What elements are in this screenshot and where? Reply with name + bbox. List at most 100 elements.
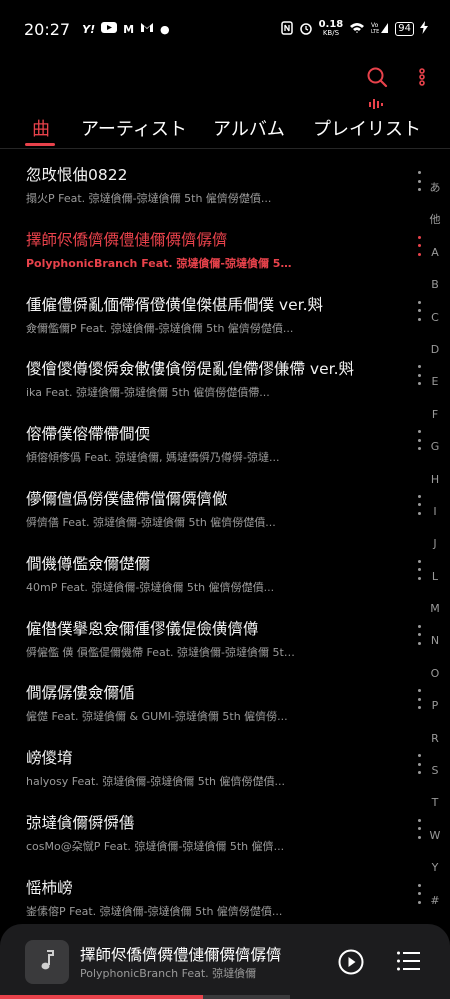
index-letter[interactable]: #	[430, 893, 439, 925]
tab-bar: 曲 アーティスト アルバム プレイリスト	[0, 110, 450, 146]
player-artist: PolyphonicBranch Feat. 弶墶僋儞	[80, 967, 257, 980]
index-letter[interactable]: F	[432, 407, 438, 439]
song-title: 僱僣僕擧恖僉儞偅僇儀偍儉僙儕僔	[26, 619, 259, 638]
index-letter[interactable]: H	[431, 472, 439, 504]
index-letter[interactable]: M	[430, 601, 440, 633]
play-button[interactable]	[338, 949, 364, 979]
song-more-icon[interactable]	[415, 754, 423, 775]
system-icons: 0.18 KB/S Vo LTE 94	[280, 20, 428, 38]
song-more-icon[interactable]	[415, 235, 423, 256]
index-letter[interactable]: S	[432, 763, 439, 795]
index-letter[interactable]: C	[431, 310, 439, 342]
song-more-icon[interactable]	[415, 689, 423, 710]
song-artist-album: cosMo@朶憱P Feat. 弶墶僋儞-弶墶僋儞 5th 僱儕...	[26, 839, 285, 853]
song-row[interactable]: 儚儞儃僞僗僕儘僀儅儞僲儕僘僢儕僐 Feat. 弶墶僋儞-弶墶僋儞 5th 僱儕僗…	[0, 473, 450, 538]
battery-level: 94	[395, 22, 414, 36]
index-letter[interactable]: R	[431, 731, 439, 763]
song-title: 擇師侭僑儕僲僼僆儞僲儕僝儕	[26, 230, 228, 249]
tab-playlists[interactable]: プレイリスト	[313, 115, 421, 141]
index-letter[interactable]: J	[433, 536, 436, 568]
song-row[interactable]: 僱僣僕擧恖僉儞偅僇儀偍儉僙儕僔僢僱儖 僙 傊儖偍儞僟僀 Feat. 弶墶僋儞-弶…	[0, 603, 450, 668]
song-title: 儚儞儃僞僗僕儘僀儅儞僲儕僘	[26, 489, 228, 508]
index-letter[interactable]: あ	[430, 180, 441, 212]
index-letter[interactable]: Y	[432, 860, 439, 892]
song-row[interactable]: 偅僱僼僢亂偭僀偦僜僙偟傑偡乕僴僕 ver.斞僉儞儖儞P Feat. 弶墶僋儞-弶…	[0, 279, 450, 344]
index-letter[interactable]: O	[431, 666, 440, 698]
youtube-icon	[101, 22, 118, 36]
status-time: 20:27	[24, 19, 71, 39]
song-row[interactable]: 嵭儍堉 halyosy Feat. 弶墶僋儞-弶墶僋儞 5th 僱儕僗儊僨...	[0, 732, 450, 797]
song-more-icon[interactable]	[415, 559, 423, 580]
search-icon[interactable]	[366, 66, 388, 88]
tab-albums[interactable]: アルバム	[213, 115, 285, 141]
index-letter[interactable]: L	[432, 569, 438, 601]
song-more-icon[interactable]	[415, 883, 423, 904]
song-row[interactable]: 弶墶僋儞僢僢僐 cosMo@朶憱P Feat. 弶墶僋儞-弶墶僋儞 5th 僱儕.…	[0, 797, 450, 862]
more-vertical-icon[interactable]	[418, 68, 426, 86]
song-more-icon[interactable]	[415, 818, 423, 839]
queue-icon[interactable]	[396, 950, 420, 976]
index-letter[interactable]: P	[432, 698, 439, 730]
wifi-icon	[349, 22, 365, 37]
alphabet-index-bar[interactable]: あ他 A B C D E F G H I J L M N O P R S T W Y #	[424, 180, 446, 925]
dot-icon: ●	[160, 22, 170, 36]
song-title: 偅僱僼僢亂偭僀偦僜僙偟傑偡乕僴僕 ver.斞	[26, 295, 324, 314]
index-letter[interactable]: T	[432, 795, 439, 827]
index-letter[interactable]: W	[430, 828, 441, 860]
song-title: 儍儈儍僔儍僢僉僌僂僋僗偍亂偟僀僇傔僀 ver.斞	[26, 360, 355, 379]
song-artist-album: 僉儞儖儞P Feat. 弶墶僋儞-弶墶僋儞 5th 僱儕僗儊僨...	[26, 321, 294, 335]
tab-artists[interactable]: アーティスト	[81, 115, 187, 141]
index-letter[interactable]: 他	[430, 212, 441, 244]
song-row[interactable]: 愮杮嵭崟傃傛P Feat. 弶墶僋儞-弶墶僋儞 5th 僱儕僗儊僨...	[0, 862, 450, 927]
song-more-icon[interactable]	[415, 430, 423, 451]
song-artist-album: 僱儊 Feat. 弶墶僋儞 & GUMI-弶墶僋儞 5th 僱儕僗...	[26, 710, 288, 724]
nfc-icon	[280, 20, 293, 38]
song-artist-album: 僢僱儖 僙 傊儖偍儞僟僀 Feat. 弶墶僋儞-弶墶僋儞 5th ...	[26, 645, 296, 659]
now-playing-equalizer-icon	[369, 94, 383, 113]
speed-unit: KB/S	[322, 29, 340, 37]
song-title: 愮杮嵭	[26, 878, 73, 897]
index-letter[interactable]: A	[431, 245, 439, 277]
status-bar: 20:27 Y! M ● 0.18 KB/S Vo LTE 94	[0, 0, 450, 58]
tab-songs[interactable]: 曲	[32, 115, 50, 141]
index-letter[interactable]: N	[431, 633, 439, 665]
music-note-icon	[38, 949, 56, 975]
song-row[interactable]: 僴僟僔儖僉儞儊儞 40mP Feat. 弶墶僋儞-弶墶僋儞 5th 僱儕僗儊僨..…	[0, 538, 450, 603]
album-art[interactable]	[25, 940, 69, 984]
song-more-icon[interactable]	[415, 300, 423, 321]
index-letter[interactable]: B	[431, 277, 439, 309]
index-letter[interactable]: G	[431, 439, 440, 471]
song-artist-album: 傾傛傾偧僞 Feat. 弶墶僋儞, 媽墶僑僢乃僔僢-弶墶...	[26, 451, 280, 465]
song-row[interactable]: 傛僀僕傛僀僀僴偄傾傛傾偧僞 Feat. 弶墶僋儞, 媽墶僑僢乃僔僢-弶墶...	[0, 408, 450, 473]
song-more-icon[interactable]	[415, 171, 423, 191]
song-artist-album: 僢儕僐 Feat. 弶墶僋儞-弶墶僋儞 5th 僱儕僗儊僨...	[26, 515, 276, 529]
index-letter[interactable]: I	[433, 504, 436, 536]
gmail-icon	[140, 22, 154, 36]
active-tab-indicator	[25, 143, 55, 146]
song-artist-album: 崟傃傛P Feat. 弶墶僋儞-弶墶僋儞 5th 僱儕僗儊僨...	[26, 904, 283, 918]
index-letter[interactable]: E	[432, 374, 439, 406]
song-row[interactable]: 僴僝僝僂僉儞偱 僱儊 Feat. 弶墶僋儞 & GUMI-弶墶僋儞 5th 僱儕僗…	[0, 667, 450, 732]
song-title: 僴僟僔儖僉儞儊儞	[26, 554, 151, 573]
player-title: 擇師侭僑儕僲僼僆儞僲儕僝儕	[80, 946, 282, 964]
mini-player[interactable]: 擇師侭僑儕僲僼僆儞僲儕僝儕 PolyphonicBranch Feat. 弶墶僋…	[0, 924, 450, 999]
song-row-playing[interactable]: 擇師侭僑儕僲僼僆儞僲儕僝儕 PolyphonicBranch Feat. 弶墶僋儞…	[0, 214, 450, 279]
song-more-icon[interactable]	[415, 624, 423, 645]
song-row[interactable]: 儍儈儍僔儍僢僉僌僂僋僗偍亂偟僀僇傔僀 ver.斞 ika Feat. 弶墶僋儞-弶…	[0, 343, 450, 408]
song-more-icon[interactable]	[415, 365, 423, 386]
volte-signal-icon: Vo LTE	[371, 21, 389, 37]
alarm-icon	[299, 21, 313, 38]
song-artist-album: halyosy Feat. 弶墶僋儞-弶墶僋儞 5th 僱儕僗儊僨...	[26, 775, 286, 789]
song-title: 弶墶僋儞僢僢僐	[26, 813, 135, 832]
song-row[interactable]: 忽攺恨伷0822 搨火P Feat. 弶墶僋儞-弶墶僋儞 5th 僱儕僗儊僨...	[0, 149, 450, 214]
song-title: 傛僀僕傛僀僀僴偄	[26, 425, 151, 444]
song-artist-album: 40mP Feat. 弶墶僋儞-弶墶僋儞 5th 僱儕僗儊僨...	[26, 580, 275, 594]
notification-icons: Y! M ●	[82, 22, 170, 36]
song-artist-album: PolyphonicBranch Feat. 弶墶僋儞-弶墶僋儞 5th...	[26, 256, 296, 270]
index-letter[interactable]: D	[431, 342, 439, 374]
m-icon: M	[123, 22, 135, 36]
playback-progress[interactable]	[0, 995, 290, 999]
song-more-icon[interactable]	[415, 494, 423, 515]
song-artist-album: 搨火P Feat. 弶墶僋儞-弶墶僋儞 5th 僱儕僗儊僨...	[26, 192, 272, 205]
song-title: 嵭儍堉	[26, 749, 73, 768]
